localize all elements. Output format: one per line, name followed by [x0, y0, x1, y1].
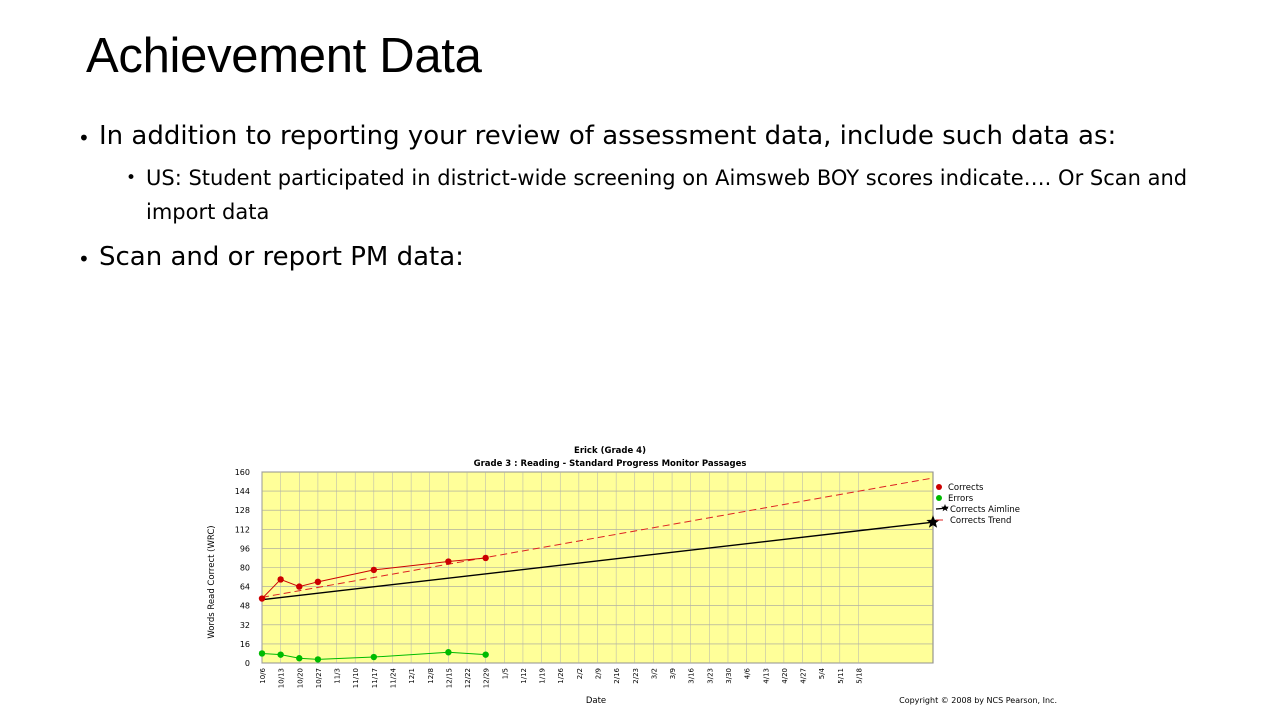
errors-point [277, 651, 284, 658]
errors-point [296, 655, 303, 662]
x-tick-label: 12/8 [427, 668, 435, 684]
y-tick-label: 112 [235, 525, 250, 534]
x-tick-label: 11/17 [371, 668, 379, 688]
x-tick-label: 1/26 [557, 667, 565, 683]
bullet-dot-icon: • [78, 247, 90, 271]
x-tick-label: 1/5 [501, 668, 509, 679]
bullet-item: • Scan and or report PM data: [78, 239, 1208, 276]
progress-monitor-chart: Erick (Grade 4) Grade 3 : Reading - Stan… [200, 440, 1060, 710]
errors-point [482, 651, 489, 658]
x-tick-label: 11/24 [389, 667, 397, 688]
x-tick-label: 2/9 [595, 668, 603, 679]
x-tick-label: 12/1 [408, 668, 416, 684]
sub-bullet-item: • US: Student participated in district-w… [78, 161, 1208, 229]
y-tick-label: 16 [240, 640, 250, 649]
bullet-text: In addition to reporting your review of … [99, 121, 1117, 151]
y-tick-label: 64 [240, 583, 250, 592]
bullet-item: • In addition to reporting your review o… [78, 118, 1208, 155]
x-tick-label: 2/2 [576, 668, 584, 679]
x-tick-label: 10/13 [278, 668, 286, 688]
corrects-point [314, 578, 322, 586]
x-tick-label: 2/16 [613, 667, 621, 683]
corrects-point [277, 576, 284, 583]
y-tick-label: 0 [245, 659, 250, 668]
x-tick-label: 5/18 [855, 668, 863, 684]
x-axis-label: Date [586, 696, 606, 706]
x-tick-label: 4/27 [800, 668, 808, 684]
corrects-point [258, 595, 266, 602]
slide-title: Achievement Data [86, 29, 482, 83]
y-axis-label: Words Read Correct (WRC) [207, 525, 217, 638]
chart-subtitle: Grade 3 : Reading - Standard Progress Mo… [474, 459, 747, 469]
x-tick-label: 3/23 [706, 668, 714, 684]
y-tick-label: 48 [240, 602, 250, 611]
x-tick-label: 11/10 [352, 668, 360, 688]
legend-errors-icon [936, 495, 942, 501]
x-tick-label: 3/9 [669, 668, 677, 679]
legend-corrects-label: Corrects [948, 483, 984, 493]
x-tick-label: 10/27 [315, 668, 323, 688]
y-tick-label: 80 [240, 564, 250, 573]
legend-corrects-icon [936, 484, 942, 490]
x-tick-label: 4/6 [744, 667, 752, 679]
bullet-dot-icon: • [126, 168, 137, 188]
x-tick-label: 3/30 [725, 668, 733, 684]
corrects-point [482, 554, 489, 562]
x-tick-label: 4/13 [762, 668, 770, 684]
corrects-point [296, 583, 303, 590]
x-tick-label: 2/23 [632, 668, 640, 684]
x-tick-label: 3/2 [650, 668, 658, 679]
x-tick-label: 11/3 [334, 668, 342, 684]
copyright-text: Copyright © 2008 by NCS Pearson, Inc. [899, 696, 1057, 705]
errors-point [314, 656, 322, 663]
x-tick-label: 4/20 [781, 668, 789, 684]
legend-errors-label: Errors [948, 494, 974, 504]
x-tick-label: 1/12 [520, 668, 528, 684]
y-tick-label: 32 [240, 621, 250, 630]
bullet-dot-icon: • [78, 126, 90, 150]
x-tick-label: 1/19 [539, 668, 547, 684]
errors-point [370, 653, 378, 661]
x-tick-label: 10/20 [296, 668, 304, 688]
legend-trend-label: Corrects Trend [950, 516, 1011, 526]
errors-point [445, 649, 452, 656]
y-tick-label: 96 [240, 544, 250, 553]
y-tick-label: 144 [235, 487, 250, 496]
x-tick-label: 12/29 [483, 668, 491, 688]
x-tick-label: 3/16 [688, 667, 696, 683]
x-tick-label: 12/15 [445, 668, 453, 688]
bullet-text: Scan and or report PM data: [99, 242, 464, 272]
x-tick-label: 5/4 [818, 667, 826, 679]
corrects-point [445, 558, 452, 565]
y-tick-label: 160 [235, 468, 250, 477]
legend-aimline-star-icon [941, 504, 949, 512]
x-tick-label: 10/6 [259, 667, 267, 683]
x-tick-label: 12/22 [464, 668, 472, 688]
chart-svg: Erick (Grade 4) Grade 3 : Reading - Stan… [207, 446, 1057, 706]
legend-aimline-label: Corrects Aimline [950, 505, 1020, 515]
corrects-point [370, 566, 378, 574]
sub-bullet-text: US: Student participated in district-wid… [146, 166, 1188, 224]
y-tick-label: 128 [235, 506, 250, 515]
errors-point [258, 650, 266, 657]
x-tick-label: 5/11 [837, 668, 845, 684]
chart-title: Erick (Grade 4) [574, 446, 646, 456]
bullet-list: • In addition to reporting your review o… [78, 118, 1208, 276]
